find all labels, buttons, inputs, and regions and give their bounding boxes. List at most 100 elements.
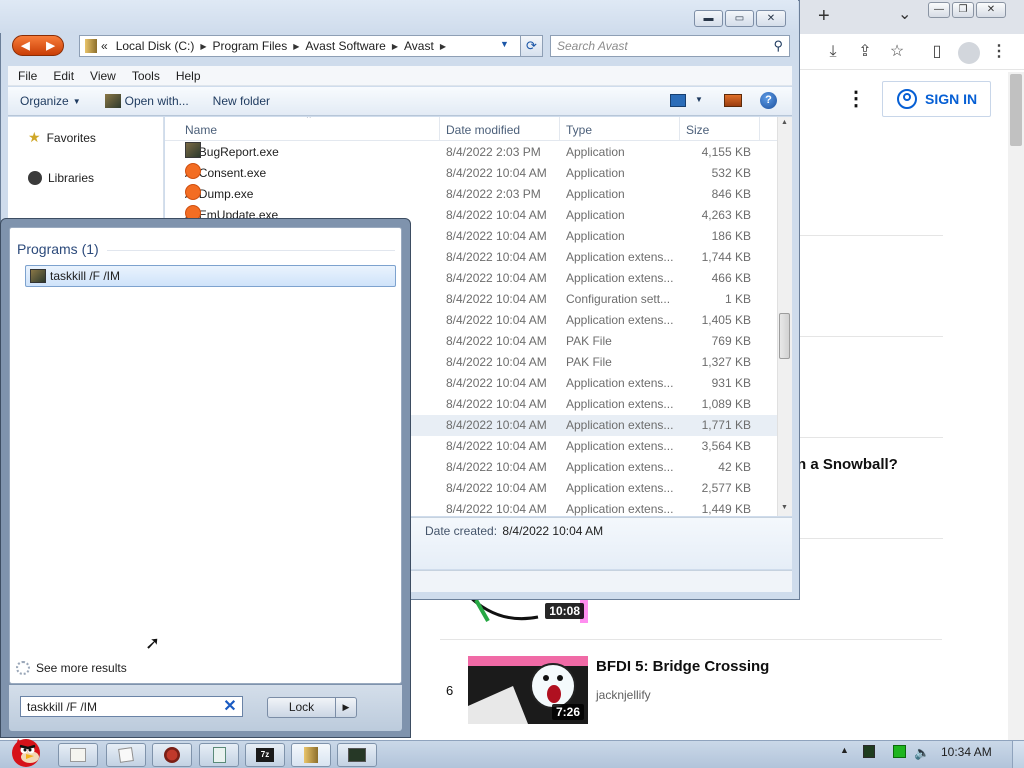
column-separator[interactable] [439,117,440,141]
install-app-icon[interactable]: ⤓ [822,42,844,62]
menu-edit[interactable]: Edit [45,69,82,83]
column-separator[interactable] [759,117,760,141]
tray-network-icon[interactable] [893,745,906,758]
explorer-titlebar[interactable]: ▬ ▭ ✕ [0,0,798,33]
menu-help[interactable]: Help [168,69,209,83]
address-bar[interactable]: « Local Disk (C:) ▶ Program Files ▶ Avas… [79,35,543,57]
breadcrumb-avast-software[interactable]: Avast Software [301,39,389,53]
taskbar-notepad-button[interactable] [106,743,146,767]
see-more-results-link[interactable]: See more results [16,661,127,675]
file-type: Application extens... [566,271,674,285]
file-size: 1,327 KB [701,355,751,369]
file-type: Application extens... [566,376,674,390]
preview-pane-icon[interactable] [724,94,742,107]
show-hidden-icons-icon[interactable]: ▲ [840,745,849,755]
browser-minimize-button[interactable]: — [928,2,950,18]
file-list-scrollbar-thumb[interactable] [779,313,790,359]
file-type: Application extens... [566,397,674,411]
forward-arrow-icon[interactable]: ▶ [46,39,54,52]
explorer-search-input[interactable]: Search Avast ⚲ [550,35,790,57]
breadcrumb-program-files[interactable]: Program Files [209,39,292,53]
view-dropdown-icon[interactable]: ▼ [695,95,703,104]
new-folder-button[interactable]: New folder [201,94,282,108]
bookmark-star-icon[interactable]: ☆ [886,42,908,62]
taskbar-cmd-button[interactable] [337,743,377,767]
nav-libraries[interactable]: Libraries [28,171,94,185]
menu-view[interactable]: View [82,69,124,83]
menu-file[interactable]: File [10,69,45,83]
breadcrumb-separator-icon[interactable]: ▶ [390,42,400,51]
show-desktop-button[interactable] [1012,741,1024,768]
taskbar-7zip-button[interactable]: 7z [245,743,285,767]
taskbar-explorer-button[interactable] [291,743,331,767]
file-row[interactable]: AvConsent.exe 8/4/2022 10:04 AM Applicatio… [165,163,777,184]
back-arrow-icon[interactable]: ◀ [21,39,29,52]
file-date: 8/4/2022 10:04 AM [446,481,547,495]
breadcrumb-separator-icon[interactable]: ▶ [198,42,208,51]
taskbar-clock[interactable]: 10:34 AM [941,745,992,759]
file-size: 2,577 KB [701,481,751,495]
view-options-icon[interactable] [670,94,686,107]
tab-search-button[interactable]: ⌄ [898,4,911,24]
browser-maximize-button[interactable]: ❐ [952,2,974,18]
video-title-partial[interactable]: n a Snowball? [797,456,898,473]
browser-close-button[interactable]: ✕ [976,2,1006,18]
file-size: 846 KB [711,187,751,201]
chrome-menu-icon[interactable]: ⋮ [988,42,1010,62]
column-separator[interactable] [679,117,680,141]
file-row[interactable]: AvBugReport.exe 8/4/2022 2:03 PM Applicati… [165,142,777,163]
share-icon[interactable]: ⇪ [854,42,876,62]
column-size[interactable]: Size [686,123,709,137]
column-name[interactable]: Name [185,123,217,137]
power-arrow-icon[interactable]: ▶ [336,698,356,717]
explorer-window-controls: ▬ ▭ ✕ [694,10,786,27]
page-scrollbar-thumb[interactable] [1010,74,1022,146]
breadcrumb-separator-icon[interactable]: ▶ [438,42,448,51]
organize-button[interactable]: Organize ▼ [8,94,93,108]
help-icon[interactable]: ? [760,92,777,109]
taskbar-steam-button[interactable] [152,743,192,767]
start-search-input[interactable]: taskkill /F /IM [20,696,243,717]
refresh-icon[interactable]: ⟳ [520,36,542,56]
breadcrumb-local-disk[interactable]: Local Disk (C:) [112,39,199,53]
star-icon: ★ [28,129,41,145]
taskbar-files-button[interactable] [58,743,98,767]
minimize-button[interactable]: ▬ [694,10,723,27]
search-icon[interactable]: ⚲ [773,38,783,54]
search-result-taskkill[interactable]: taskkill /F /IM [25,265,396,287]
video-title[interactable]: BFDI 5: Bridge Crossing [596,658,769,675]
search-result-label: taskkill /F /IM [50,269,121,283]
clear-search-icon[interactable]: ✕ [222,699,238,715]
new-tab-button[interactable]: + [818,5,830,28]
start-orb-angry-bird-icon[interactable] [4,731,48,768]
column-date[interactable]: Date modified [446,123,520,137]
video-thumbnail[interactable]: 7:26 [468,656,588,724]
file-date: 8/4/2022 10:04 AM [446,439,547,453]
more-options-icon[interactable]: ⋮ [846,87,866,111]
profile-avatar-icon[interactable] [958,42,980,64]
side-panel-icon[interactable]: ▯ [926,42,948,62]
close-button[interactable]: ✕ [756,10,786,27]
nav-favorites[interactable]: ★ Favorites [28,129,96,146]
breadcrumb-prefix[interactable]: « [97,39,112,53]
column-type[interactable]: Type [566,123,592,137]
lock-button[interactable]: Lock [268,698,336,717]
breadcrumb-avast[interactable]: Avast [400,39,438,53]
address-dropdown-icon[interactable]: ▼ [500,39,509,49]
file-date: 8/4/2022 10:04 AM [446,355,547,369]
scroll-up-icon[interactable]: ▲ [781,119,788,126]
taskbar-document-button[interactable] [199,743,239,767]
column-separator[interactable] [559,117,560,141]
scroll-down-icon[interactable]: ▼ [781,504,788,511]
sign-in-button[interactable]: SIGN IN [882,81,991,117]
video-duration: 10:08 [545,603,584,619]
volume-icon[interactable]: 🔈 [914,745,930,761]
page-scrollbar[interactable] [1008,72,1024,740]
maximize-button[interactable]: ▭ [725,10,754,27]
file-row[interactable]: AvDump.exe 8/4/2022 2:03 PM Application 846… [165,184,777,205]
tray-terminal-icon[interactable] [863,745,875,758]
open-with-button[interactable]: Open with... [93,94,201,108]
menu-tools[interactable]: Tools [124,69,168,83]
video-channel[interactable]: jacknjellify [596,688,651,702]
breadcrumb-separator-icon[interactable]: ▶ [291,42,301,51]
